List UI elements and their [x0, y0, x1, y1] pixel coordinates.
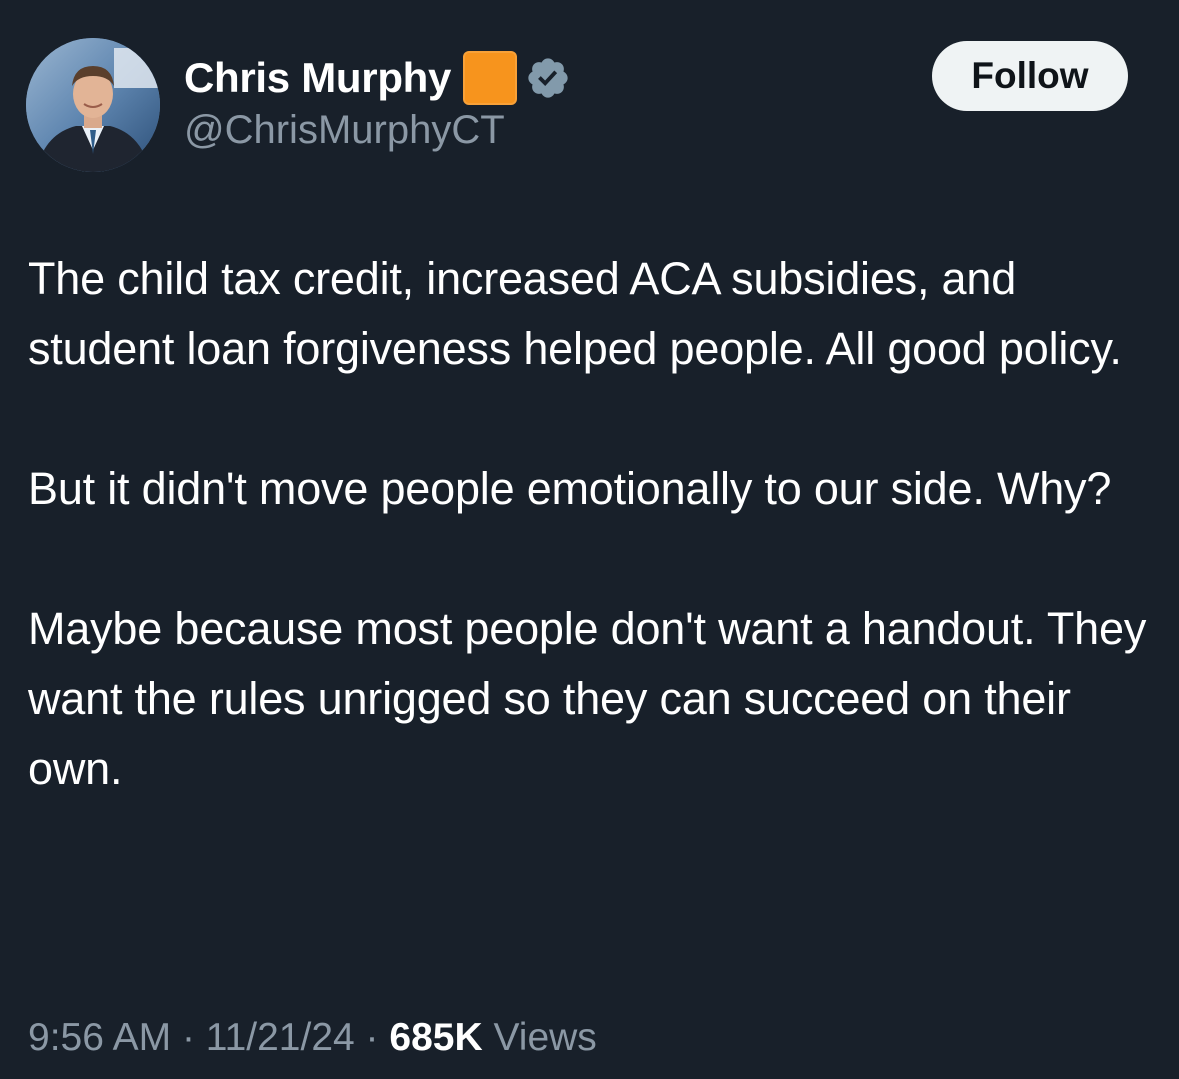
- follow-button[interactable]: Follow: [932, 41, 1128, 111]
- tweet-paragraph: Maybe because most people don't want a h…: [28, 603, 1147, 794]
- avatar-image: [26, 38, 160, 172]
- verified-badge-icon: [525, 55, 571, 101]
- meta-separator: ·: [181, 1016, 195, 1059]
- orange-square-emoji-icon: [463, 51, 518, 105]
- tweet-text: The child tax credit, increased ACA subs…: [28, 244, 1153, 804]
- tweet-paragraph: The child tax credit, increased ACA subs…: [28, 253, 1122, 374]
- tweet-date[interactable]: 11/21/24: [206, 1016, 355, 1059]
- avatar[interactable]: [26, 38, 160, 172]
- tweet-time[interactable]: 9:56 AM: [28, 1016, 171, 1059]
- author-handle[interactable]: @ChrisMurphyCT: [184, 108, 505, 153]
- tweet-meta: 9:56 AM · 11/21/24 · 685K Views: [28, 1016, 597, 1060]
- author-name-row: Chris Murphy: [184, 50, 571, 106]
- views-count[interactable]: 685K: [389, 1016, 482, 1059]
- meta-separator: ·: [365, 1016, 379, 1059]
- tweet-paragraph: But it didn't move people emotionally to…: [28, 463, 1112, 514]
- tweet-card: Chris Murphy @ChrisMurphyCT Follow The c…: [0, 0, 1179, 1079]
- views-label: Views: [493, 1016, 597, 1059]
- author-display-name[interactable]: Chris Murphy: [184, 54, 451, 102]
